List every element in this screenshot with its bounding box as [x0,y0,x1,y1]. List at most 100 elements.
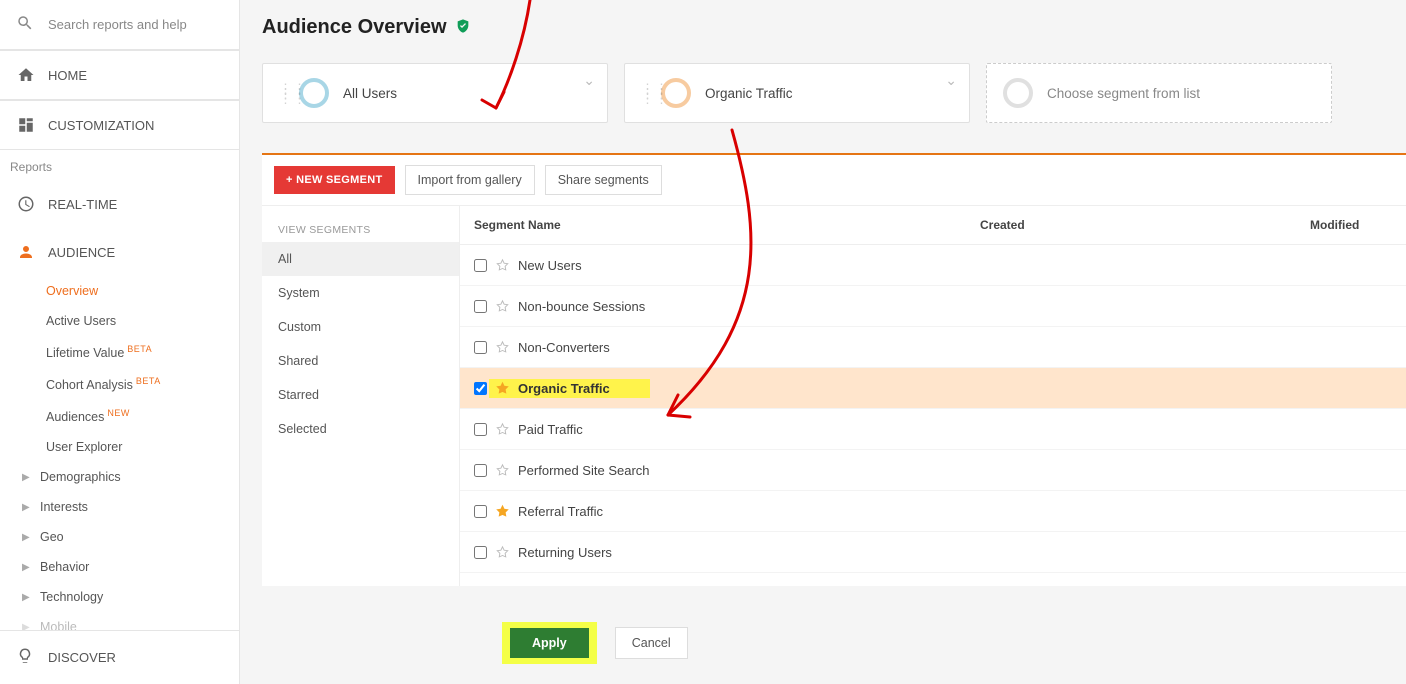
star-icon[interactable] [495,340,510,355]
main-area: Audience Overview ⋮⋮⋮⋮⋮⋮ All Users ⌄ ⋮⋮⋮… [240,0,1406,684]
segment-row-checkbox[interactable] [474,341,487,354]
cancel-button[interactable]: Cancel [615,627,688,659]
segment-row-checkbox[interactable] [474,259,487,272]
sidebar-item-lifetime-value[interactable]: Lifetime ValueBETA [0,336,239,368]
segment-organic-traffic[interactable]: ⋮⋮⋮⋮⋮⋮ Organic Traffic ⌄ [624,63,970,123]
col-modified[interactable]: Modified [1296,206,1406,244]
segment-row-label: Non-Converters [518,340,610,355]
caret-right-icon: ▶ [22,592,30,603]
panel-footer: Apply Cancel [502,622,688,664]
beta-badge: BETA [136,376,161,386]
table-row[interactable]: Non-bounce Sessions [460,286,1406,327]
table-header: Segment Name Created Modified [460,206,1406,245]
apply-highlight: Apply [502,622,597,664]
segment-all-users[interactable]: ⋮⋮⋮⋮⋮⋮ All Users ⌄ [262,63,608,123]
sidebar-item-overview[interactable]: Overview [0,276,239,306]
dashboard-icon [16,115,36,135]
sidebar-item-geo[interactable]: ▶Geo [0,522,239,552]
star-icon[interactable] [495,258,510,273]
table-row[interactable]: Paid Traffic [460,409,1406,450]
segment-row-checkbox[interactable] [474,382,487,395]
table-row[interactable]: Organic Traffic [460,368,1406,409]
nav-audience-label: AUDIENCE [48,245,115,260]
segment-panel: + NEW SEGMENT Import from gallery Share … [262,153,1406,586]
caret-right-icon: ▶ [22,502,30,513]
sidebar-item-audiences[interactable]: AudiencesNEW [0,400,239,432]
star-icon[interactable] [495,463,510,478]
nav-home[interactable]: HOME [0,50,239,100]
segment-filter-list: VIEW SEGMENTS All System Custom Shared S… [262,206,460,586]
segment-row-checkbox[interactable] [474,423,487,436]
sidebar-item-interests[interactable]: ▶Interests [0,492,239,522]
beta-badge: BETA [127,344,152,354]
search-input[interactable]: Search reports and help [48,17,187,32]
person-icon [16,242,36,262]
filter-all[interactable]: All [262,242,459,276]
segment-choose[interactable]: Choose segment from list [986,63,1332,123]
nav-discover-label: DISCOVER [48,650,116,665]
caret-right-icon: ▶ [22,472,30,483]
share-segments-button[interactable]: Share segments [545,165,662,195]
star-icon[interactable] [495,545,510,560]
apply-button[interactable]: Apply [510,628,589,658]
star-icon[interactable] [495,422,510,437]
segment-row-checkbox[interactable] [474,505,487,518]
segment-row-checkbox[interactable] [474,464,487,477]
nav-customization[interactable]: CUSTOMIZATION [0,100,239,150]
search-row[interactable]: Search reports and help [0,0,239,50]
sidebar-item-demographics[interactable]: ▶Demographics [0,462,239,492]
new-segment-button[interactable]: + NEW SEGMENT [274,166,395,194]
sidebar: Search reports and help HOME CUSTOMIZATI… [0,0,240,684]
segment-row-label: Performed Site Search [518,463,650,478]
filter-selected[interactable]: Selected [262,412,459,446]
lightbulb-icon [16,647,48,668]
nav-realtime-label: REAL-TIME [48,197,117,212]
filter-shared[interactable]: Shared [262,344,459,378]
chevron-down-icon[interactable]: ⌄ [945,72,957,89]
filter-starred[interactable]: Starred [262,378,459,412]
segment-row-label: New Users [518,258,582,273]
sidebar-item-technology[interactable]: ▶Technology [0,582,239,612]
table-row[interactable]: Returning Users [460,532,1406,573]
segment-pills-row: ⋮⋮⋮⋮⋮⋮ All Users ⌄ ⋮⋮⋮⋮⋮⋮ Organic Traffi… [240,53,1406,153]
import-gallery-button[interactable]: Import from gallery [405,165,535,195]
table-row[interactable]: Non-Converters [460,327,1406,368]
star-icon[interactable] [495,299,510,314]
view-segments-heading: VIEW SEGMENTS [262,224,459,242]
segment-row-checkbox[interactable] [474,546,487,559]
home-icon [16,65,36,85]
table-row[interactable]: New Users [460,245,1406,286]
page-title: Audience Overview [262,16,447,39]
segment-row-label: Paid Traffic [518,422,583,437]
sidebar-item-user-explorer[interactable]: User Explorer [0,432,239,462]
ring-icon [1003,78,1033,108]
table-row[interactable]: Referral Traffic [460,491,1406,532]
table-row[interactable]: Performed Site Search [460,450,1406,491]
col-segment-name[interactable]: Segment Name [460,206,966,244]
nav-customization-label: CUSTOMIZATION [48,118,154,133]
search-icon [16,14,48,35]
segment-table: Segment Name Created Modified New Users N… [460,206,1406,586]
star-icon[interactable] [495,504,510,519]
drag-handle-icon[interactable]: ⋮⋮⋮⋮⋮⋮ [641,86,651,101]
clock-icon [16,194,36,214]
segment-row-checkbox[interactable] [474,300,487,313]
sidebar-item-behavior[interactable]: ▶Behavior [0,552,239,582]
caret-right-icon: ▶ [22,532,30,543]
star-icon[interactable] [495,381,510,396]
nav-audience[interactable]: AUDIENCE [0,228,239,276]
sidebar-item-active-users[interactable]: Active Users [0,306,239,336]
nav-discover[interactable]: DISCOVER [0,630,239,684]
segment-row-label: Referral Traffic [518,504,603,519]
verified-shield-icon [455,18,471,37]
drag-handle-icon[interactable]: ⋮⋮⋮⋮⋮⋮ [279,86,289,101]
filter-custom[interactable]: Custom [262,310,459,344]
nav-realtime[interactable]: REAL-TIME [0,180,239,228]
filter-system[interactable]: System [262,276,459,310]
sidebar-item-cohort[interactable]: Cohort AnalysisBETA [0,368,239,400]
caret-right-icon: ▶ [22,562,30,573]
col-created[interactable]: Created [966,206,1296,244]
segment-toolbar: + NEW SEGMENT Import from gallery Share … [262,155,1406,206]
chevron-down-icon[interactable]: ⌄ [583,72,595,89]
page-header: Audience Overview [240,0,1406,53]
